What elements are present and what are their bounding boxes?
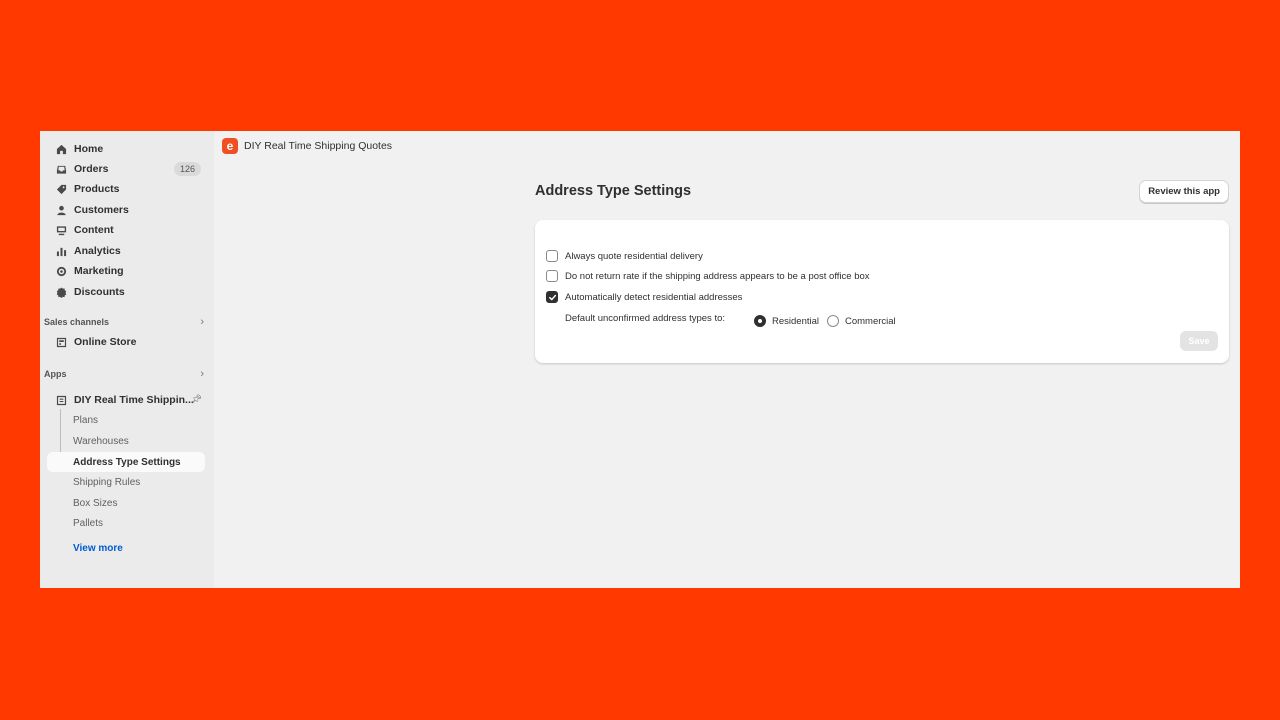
- sales-channels-section[interactable]: Sales channels ›: [44, 314, 204, 330]
- app-title: DIY Real Time Shipping Quotes: [244, 140, 393, 152]
- sidebar-item-label: Content: [74, 224, 114, 236]
- sidebar-item-label: Online Store: [74, 336, 137, 348]
- sidebar-item-label: Orders: [74, 163, 109, 175]
- sidebar-item-discounts[interactable]: Discounts: [47, 282, 205, 302]
- sidebar-subitem-label: Box Sizes: [73, 497, 118, 509]
- page-title: Address Type Settings: [535, 183, 692, 199]
- save-button[interactable]: Save: [1180, 331, 1218, 351]
- view-more-link[interactable]: View more: [73, 543, 123, 554]
- sidebar-item-online-store[interactable]: Online Store: [47, 332, 205, 352]
- sidebar-subitem-warehouses[interactable]: Warehouses: [47, 431, 205, 451]
- sidebar-item-products[interactable]: Products: [47, 179, 205, 199]
- sidebar-item-label: Marketing: [74, 265, 124, 277]
- sidebar-item-label: Analytics: [74, 245, 121, 257]
- sidebar-subitem-pallets[interactable]: Pallets: [47, 513, 205, 533]
- chevron-right-icon: ›: [200, 316, 204, 328]
- bar-chart-icon: [55, 245, 67, 257]
- option-no-po-box[interactable]: Do not return rate if the shipping addre…: [546, 270, 870, 282]
- section-label: Apps: [44, 369, 67, 379]
- option-label: Do not return rate if the shipping addre…: [565, 270, 870, 282]
- tag-icon: [55, 183, 67, 195]
- pin-icon[interactable]: 📌︎: [191, 394, 202, 405]
- sidebar-subitem-box-sizes[interactable]: Box Sizes: [47, 493, 205, 513]
- sidebar-item-app[interactable]: DIY Real Time Shippin...: [47, 390, 205, 410]
- checkbox[interactable]: [546, 270, 558, 282]
- sidebar-subitem-plans[interactable]: Plans: [47, 410, 205, 430]
- radio-label: Commercial: [845, 315, 896, 327]
- sidebar-subitem-label: Warehouses: [73, 435, 129, 447]
- inbox-icon: [55, 163, 67, 175]
- radio-unselected[interactable]: [827, 315, 839, 327]
- radio-commercial[interactable]: Commercial: [827, 315, 896, 327]
- sidebar-item-orders[interactable]: Orders 126: [47, 159, 205, 179]
- radio-selected[interactable]: [754, 315, 766, 327]
- sidebar-item-label: Home: [74, 143, 104, 155]
- sidebar-item-home[interactable]: Home: [47, 139, 205, 159]
- sidebar-subitem-label: Shipping Rules: [73, 476, 141, 488]
- app-title-bar: e DIY Real Time Shipping Quotes: [222, 138, 392, 154]
- sidebar-item-analytics[interactable]: Analytics: [47, 241, 205, 261]
- option-auto-detect-residential[interactable]: Automatically detect residential address…: [546, 291, 742, 303]
- sidebar-item-label: Products: [74, 183, 120, 195]
- section-label: Sales channels: [44, 317, 110, 327]
- sidebar-subitem-shipping-rules[interactable]: Shipping Rules: [47, 472, 205, 492]
- sidebar-item-label: DIY Real Time Shippin...: [74, 394, 194, 406]
- main-content: e DIY Real Time Shipping Quotes Address …: [214, 131, 1240, 588]
- settings-card: Always quote residential delivery Do not…: [535, 220, 1229, 363]
- app-icon: [55, 394, 67, 406]
- app-window: Home Orders 126 Products Customers Conte…: [40, 131, 1240, 588]
- radio-label: Residential: [772, 315, 819, 327]
- option-always-residential[interactable]: Always quote residential delivery: [546, 250, 703, 262]
- sidebar: Home Orders 126 Products Customers Conte…: [40, 131, 214, 588]
- orders-count-badge: 126: [173, 162, 201, 176]
- default-address-type-label: Default unconfirmed address types to:: [565, 313, 726, 324]
- store-icon: [55, 336, 67, 348]
- sidebar-subitem-label: Plans: [73, 414, 99, 426]
- sidebar-item-label: Discounts: [74, 286, 125, 298]
- home-icon: [55, 143, 67, 155]
- sidebar-subitem-label: Pallets: [73, 517, 104, 529]
- checkbox-checked[interactable]: [546, 291, 558, 303]
- sidebar-item-marketing[interactable]: Marketing: [47, 261, 205, 281]
- option-label: Always quote residential delivery: [565, 250, 703, 262]
- sidebar-item-customers[interactable]: Customers: [47, 200, 205, 220]
- radio-residential[interactable]: Residential: [754, 315, 819, 327]
- discount-icon: [55, 286, 67, 298]
- sidebar-subitem-address-type-settings[interactable]: Address Type Settings: [47, 452, 205, 472]
- target-icon: [55, 265, 67, 277]
- sidebar-item-content[interactable]: Content: [47, 220, 205, 240]
- sidebar-item-label: Customers: [74, 204, 129, 216]
- checkbox[interactable]: [546, 250, 558, 262]
- apps-section[interactable]: Apps ›: [44, 366, 204, 382]
- chevron-right-icon: ›: [200, 368, 204, 380]
- image-icon: [55, 224, 67, 236]
- person-icon: [55, 204, 67, 216]
- sidebar-subitem-label: Address Type Settings: [73, 456, 181, 468]
- app-logo-icon: e: [222, 138, 238, 154]
- checkmark-icon: [548, 294, 556, 300]
- review-app-button[interactable]: Review this app: [1139, 180, 1229, 203]
- option-label: Automatically detect residential address…: [565, 291, 743, 303]
